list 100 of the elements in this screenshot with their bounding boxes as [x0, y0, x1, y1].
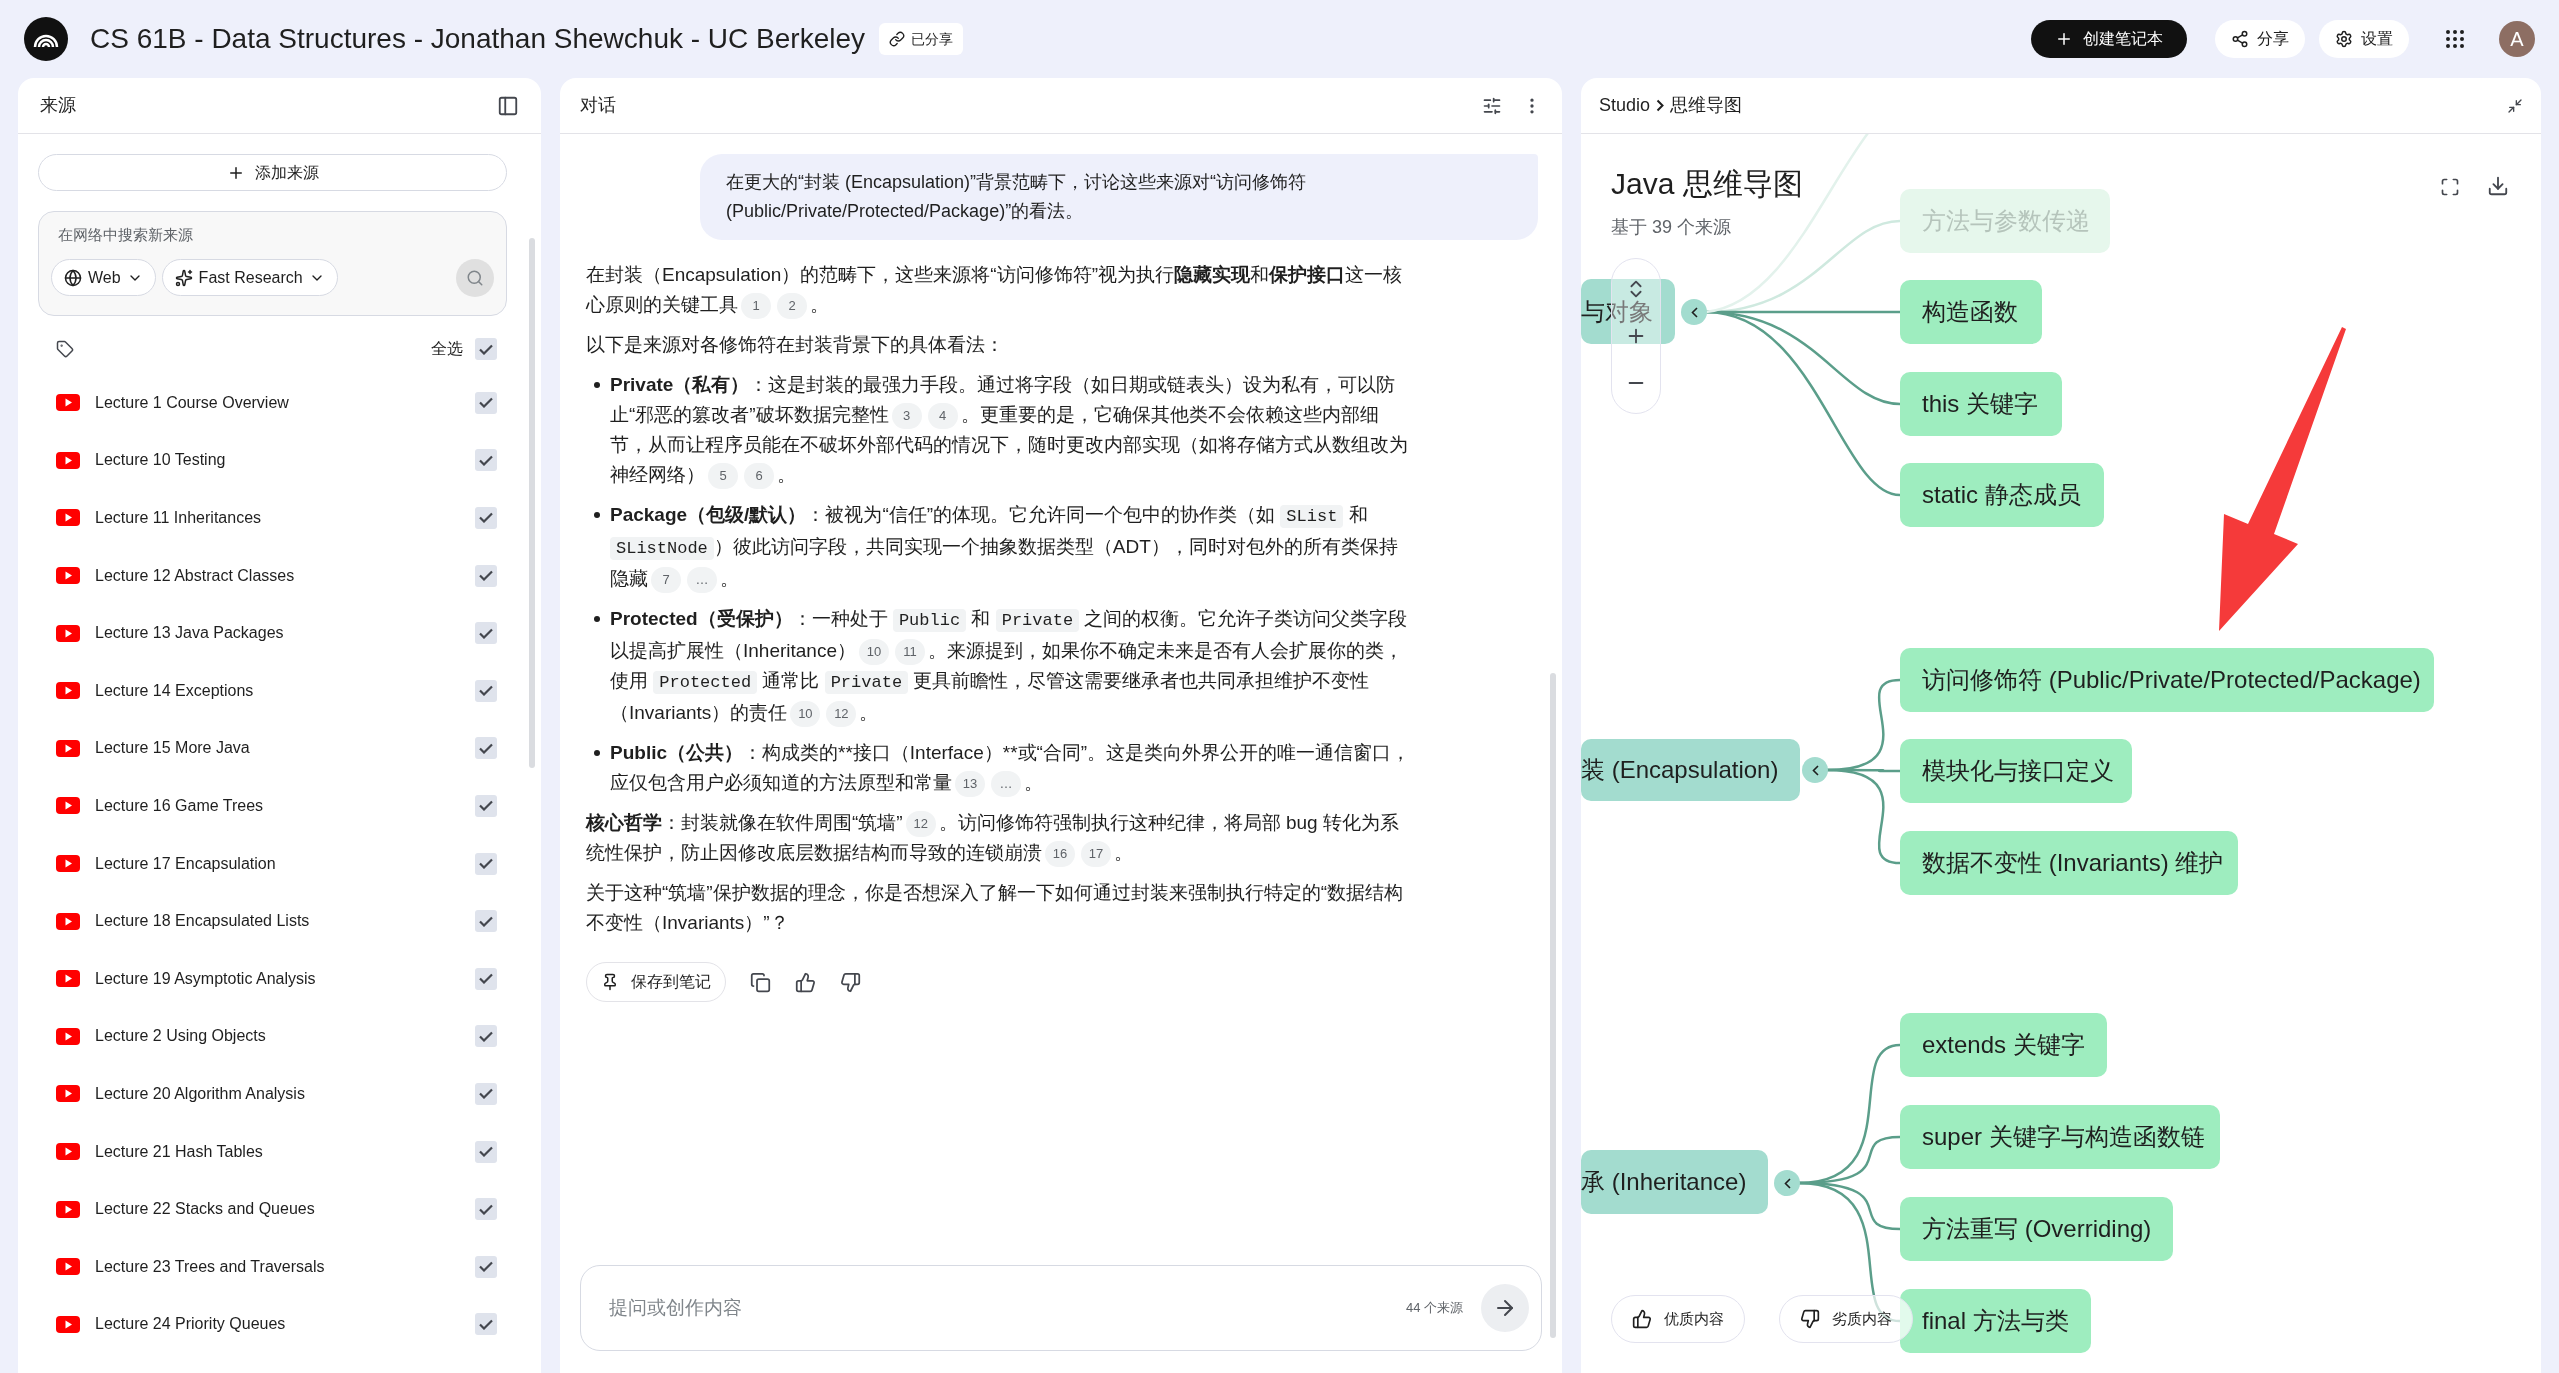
checkbox[interactable] — [475, 1313, 497, 1336]
search-field[interactable]: 在网络中搜索新来源 — [51, 224, 494, 247]
research-mode-dropdown[interactable]: Fast Research — [161, 259, 338, 296]
create-notebook-button[interactable]: 创建笔记本 — [2031, 20, 2187, 58]
collapse-toggle[interactable] — [1681, 299, 1707, 325]
source-item[interactable]: Lecture 15 More Java — [38, 719, 507, 778]
breadcrumb-link[interactable]: Studio — [1599, 92, 1651, 119]
chat-input-field[interactable]: 提问或创作内容 44 个来源 — [580, 1265, 1542, 1351]
citation-link[interactable]: 5 — [708, 463, 738, 489]
mindmap-node[interactable]: this 关键字 — [1900, 372, 2062, 436]
checkbox[interactable] — [475, 391, 497, 414]
mindmap-node[interactable]: super 关键字与构造函数链 — [1900, 1105, 2220, 1169]
sidebar-toggle-icon[interactable] — [497, 94, 519, 117]
source-item[interactable]: Lecture 24 Priority Queues — [38, 1295, 507, 1354]
source-item[interactable]: Lecture 18 Encapsulated Lists — [38, 892, 507, 950]
source-item[interactable]: Lecture 13 Java Packages — [38, 604, 507, 662]
thumbs-down-icon[interactable] — [840, 971, 861, 993]
checkbox[interactable] — [475, 1025, 497, 1048]
checkbox[interactable] — [475, 679, 497, 702]
check-icon — [479, 858, 493, 870]
checkbox[interactable] — [475, 737, 497, 760]
citation-link[interactable]: 11 — [895, 639, 925, 665]
mindmap-node[interactable]: 装 (Encapsulation) — [1581, 739, 1801, 801]
source-item[interactable]: Lecture 2 Using Objects — [38, 1007, 507, 1066]
video-icon — [56, 1143, 80, 1160]
citation-link[interactable]: 3 — [891, 403, 922, 429]
checkbox[interactable] — [475, 564, 497, 587]
source-item[interactable]: Lecture 11 Inheritances — [38, 489, 507, 547]
checkbox[interactable] — [475, 338, 497, 360]
source-item[interactable]: Lecture 12 Abstract Classes — [38, 546, 507, 605]
citation-link[interactable]: 16 — [1045, 841, 1075, 867]
checkbox[interactable] — [475, 794, 497, 817]
citation-link[interactable]: 12 — [905, 811, 936, 837]
breadcrumb-link[interactable]: 思维导图 — [1670, 92, 1743, 119]
download-icon[interactable] — [2487, 175, 2509, 197]
mindmap-title: Java 思维导图 — [1611, 166, 1803, 202]
source-item[interactable]: Lecture 19 Asymptotic Analysis — [38, 949, 507, 1008]
search-button[interactable] — [456, 258, 494, 297]
mindmap-node[interactable]: 方法重写 (Overriding) — [1900, 1197, 2173, 1261]
checkbox[interactable] — [475, 507, 497, 529]
expand-icon[interactable] — [2440, 177, 2460, 197]
checkbox[interactable] — [475, 967, 497, 990]
citation-link[interactable]: 4 — [927, 403, 958, 429]
checkbox[interactable] — [475, 1082, 497, 1105]
source-item[interactable]: Lecture 16 Game Trees — [38, 777, 507, 835]
citation-link[interactable]: … — [687, 567, 717, 593]
settings-sliders-icon[interactable] — [1482, 95, 1502, 116]
shared-badge[interactable]: 已分享 — [879, 23, 963, 55]
select-all-label: 全选 — [431, 339, 463, 359]
mindmap-node[interactable]: 数据不变性 (Invariants) 维护 — [1900, 831, 2238, 895]
collapse-toggle[interactable] — [1774, 1170, 1800, 1196]
checkbox[interactable] — [475, 1255, 497, 1278]
mindmap-node[interactable]: 构造函数 — [1900, 280, 2042, 344]
source-item[interactable]: Lecture 23 Trees and Traversals — [38, 1237, 507, 1296]
source-item[interactable]: Lecture 20 Algorithm Analysis — [38, 1065, 507, 1123]
thumbs-up-icon[interactable] — [795, 971, 816, 993]
source-item[interactable]: Lecture 21 Hash Tables — [38, 1122, 507, 1181]
mindmap-node[interactable]: static 静态成员 — [1900, 463, 2104, 527]
citation-link[interactable]: 2 — [777, 293, 807, 319]
collapse-toggle[interactable] — [1802, 757, 1828, 783]
citation-link[interactable]: 7 — [651, 567, 681, 593]
citation-link[interactable]: 13 — [955, 771, 985, 797]
bad-content-button[interactable]: 劣质内容 — [1779, 1295, 1913, 1343]
source-item[interactable]: Lecture 17 Encapsulation — [38, 834, 507, 893]
source-item[interactable]: Lecture 22 Stacks and Queues — [38, 1180, 507, 1238]
panel-title: 来源 — [40, 94, 76, 117]
settings-button[interactable]: 设置 — [2319, 20, 2409, 58]
collapse-icon[interactable] — [2507, 97, 2523, 114]
mindmap-node[interactable]: extends 关键字 — [1900, 1013, 2107, 1077]
checkbox[interactable] — [475, 852, 497, 875]
citation-link[interactable]: 10 — [859, 639, 889, 665]
good-content-button[interactable]: 优质内容 — [1611, 1295, 1745, 1343]
mindmap-node[interactable]: 承 (Inheritance) — [1581, 1150, 1769, 1214]
share-button[interactable]: 分享 — [2215, 20, 2305, 58]
checkbox[interactable] — [475, 622, 497, 645]
citation-link[interactable]: 10 — [790, 701, 821, 727]
send-button[interactable] — [1481, 1284, 1529, 1332]
copy-icon[interactable] — [750, 971, 771, 993]
answer-paragraph: 关于这种“筑墙”保护数据的理念，你是否想深入了解一下如何通过封装来强制执行特定的“数据结构不变性（Invariants）”？ — [586, 881, 1404, 935]
tag-icon[interactable] — [56, 340, 74, 358]
source-item[interactable]: Lecture 14 Exceptions — [38, 661, 507, 720]
citation-link[interactable]: 12 — [826, 701, 857, 727]
citation-link[interactable]: … — [991, 771, 1021, 797]
mindmap-node[interactable]: 模块化与接口定义 — [1900, 739, 2132, 803]
checkbox[interactable] — [475, 449, 497, 472]
source-item[interactable]: Lecture 1 Course Overview — [38, 374, 507, 432]
checkbox[interactable] — [475, 910, 497, 933]
checkbox[interactable] — [475, 1140, 497, 1163]
logo-icon[interactable] — [24, 17, 68, 61]
citation-link[interactable]: 17 — [1081, 841, 1111, 867]
web-dropdown[interactable]: Web — [51, 259, 156, 296]
mindmap-node[interactable]: 访问修饰符 (Public/Private/Protected/Package) — [1900, 648, 2434, 712]
mindmap-node[interactable]: final 方法与类 — [1900, 1289, 2091, 1353]
citation-link[interactable]: 1 — [741, 293, 771, 319]
answer-paragraph: 核心哲学：封装就像在软件周围“筑墙” 12 。访问修饰符强制执行这种纪律，将局部 bug 转化为系统性保护，防止因修改底层数据结构而导致的连锁崩溃 16 17 。 — [586, 808, 1412, 868]
source-item[interactable]: Lecture 10 Testing — [38, 431, 507, 490]
checkbox[interactable] — [475, 1198, 497, 1221]
avatar[interactable]: A — [2499, 21, 2535, 57]
apps-icon[interactable] — [2443, 27, 2467, 51]
citation-link[interactable]: 6 — [744, 463, 774, 489]
